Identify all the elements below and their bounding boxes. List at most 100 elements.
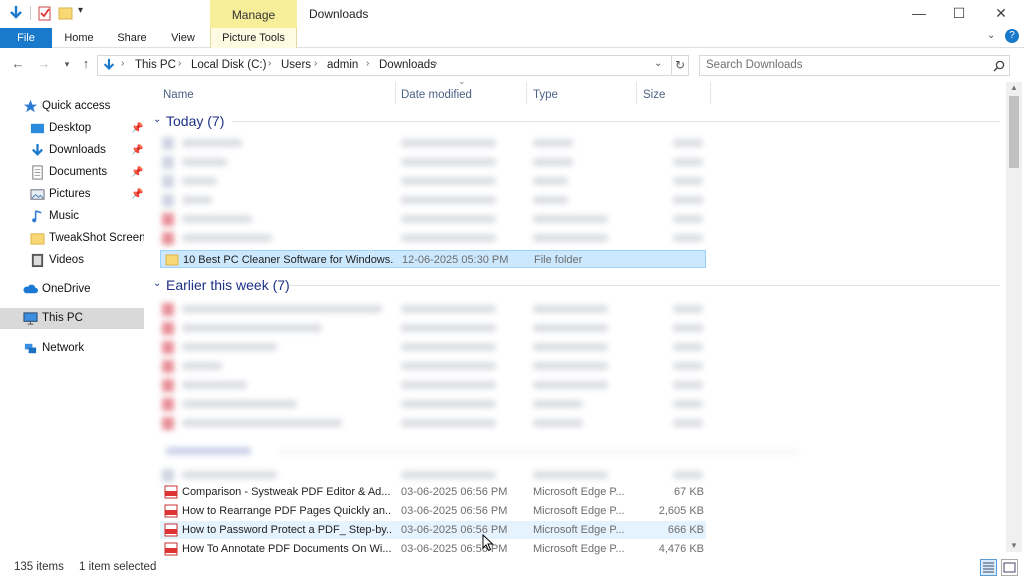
column-divider[interactable] <box>395 82 396 104</box>
pin-icon[interactable]: 📌 <box>131 184 143 205</box>
file-type: Microsoft Edge P... <box>533 486 625 498</box>
file-row-selected-folder[interactable]: 10 Best PC Cleaner Software for Windows.… <box>160 250 706 268</box>
large-icons-view-button[interactable] <box>1001 559 1018 576</box>
scroll-down-icon[interactable]: ▼ <box>1006 540 1022 552</box>
ribbon-tabs: File Home Share View Picture Tools ⌄ ? <box>0 28 1024 48</box>
sidebar-item-label: Videos <box>49 254 84 266</box>
file-size: 67 KB <box>674 486 704 498</box>
breadcrumb-local-disk[interactable]: Local Disk (C:) <box>191 59 266 71</box>
sidebar-item-desktop[interactable]: Desktop 📌 <box>0 118 144 139</box>
scroll-up-icon[interactable]: ▲ <box>1006 82 1022 94</box>
address-bar[interactable]: › This PC › Local Disk (C:) › Users › ad… <box>97 55 689 76</box>
sidebar-item-videos[interactable]: Videos <box>0 250 144 271</box>
recent-locations-button[interactable]: ▾ <box>58 55 76 73</box>
sidebar-item-tweakshot-folder[interactable]: TweakShot Screen C <box>0 228 144 249</box>
column-divider[interactable] <box>636 82 637 104</box>
file-row[interactable]: Comparison - Systweak PDF Editor & Ad...… <box>160 483 706 501</box>
pdf-icon <box>164 504 178 518</box>
group-label: Earlier this week (7) <box>166 277 290 293</box>
up-button[interactable]: ↑ <box>77 55 95 73</box>
breadcrumb-chevron-icon: › <box>314 58 318 69</box>
manage-tab[interactable]: Manage <box>210 0 297 28</box>
blurred-file-rows <box>158 134 708 248</box>
sidebar-item-pictures[interactable]: Pictures 📌 <box>0 184 144 205</box>
breadcrumb-chevron-icon: › <box>434 58 438 69</box>
tab-share[interactable]: Share <box>110 28 154 48</box>
close-button[interactable]: ✕ <box>978 2 1024 26</box>
help-icon[interactable]: ? <box>1005 29 1019 43</box>
breadcrumb-this-pc[interactable]: This PC <box>135 59 176 71</box>
sidebar-item-network[interactable]: Network <box>0 338 144 359</box>
scroll-thumb[interactable] <box>1009 96 1019 168</box>
collapse-chevron-icon[interactable]: ⌄ <box>153 114 161 125</box>
breadcrumb-chevron-icon: › <box>268 58 272 69</box>
file-name: Comparison - Systweak PDF Editor & Ad... <box>182 486 391 498</box>
expand-ribbon-chevron-icon[interactable]: ⌄ <box>987 30 995 41</box>
back-button[interactable]: ← <box>9 55 27 73</box>
sidebar-item-quick-access[interactable]: Quick access <box>0 96 144 117</box>
collapse-chevron-icon[interactable]: ⌄ <box>153 278 161 289</box>
file-date: 03-06-2025 06:56 PM <box>401 505 508 517</box>
blurred-file-rows <box>158 300 708 433</box>
column-header-size[interactable]: Size <box>643 85 665 105</box>
picture-icon <box>30 189 45 200</box>
tab-view[interactable]: View <box>162 28 204 48</box>
column-divider[interactable] <box>710 82 711 104</box>
pdf-icon <box>164 542 178 556</box>
sidebar-item-this-pc[interactable]: This PC <box>0 308 144 329</box>
vertical-scrollbar[interactable]: ▲ ▼ <box>1006 82 1022 552</box>
desktop-icon <box>30 123 45 134</box>
forward-button[interactable]: → <box>35 55 53 73</box>
refresh-button[interactable]: ↻ <box>671 55 689 76</box>
column-header-type[interactable]: Type <box>533 85 558 105</box>
details-view-button[interactable] <box>980 559 997 576</box>
column-header-name[interactable]: Name <box>163 85 194 105</box>
sidebar-item-label: Quick access <box>42 100 111 112</box>
group-header-earlier-this-week[interactable]: ⌄ Earlier this week (7) <box>150 275 1000 295</box>
file-type: Microsoft Edge P... <box>533 524 625 536</box>
sidebar-item-documents[interactable]: Documents 📌 <box>0 162 144 183</box>
pin-icon[interactable]: 📌 <box>131 162 143 183</box>
file-row[interactable]: How to Rearrange PDF Pages Quickly an...… <box>160 502 706 520</box>
breadcrumb-downloads[interactable]: Downloads <box>379 59 436 71</box>
search-box[interactable] <box>699 55 1010 76</box>
pin-icon[interactable]: 📌 <box>131 140 143 161</box>
file-row-hovered[interactable]: How to Password Protect a PDF_ Step-by..… <box>160 521 706 539</box>
search-input[interactable] <box>706 59 976 71</box>
properties-icon[interactable] <box>37 5 53 21</box>
breadcrumb-users[interactable]: Users <box>281 59 311 71</box>
sidebar-item-downloads[interactable]: Downloads 📌 <box>0 140 144 161</box>
new-folder-icon[interactable] <box>58 5 74 21</box>
download-icon <box>32 143 43 156</box>
customize-toolbar-chevron-icon[interactable]: ▾ <box>78 5 83 16</box>
tab-home[interactable]: Home <box>56 28 102 48</box>
tab-picture-tools[interactable]: Picture Tools <box>210 28 297 48</box>
group-header-today[interactable]: ⌄ Today (7) <box>150 111 1000 131</box>
breadcrumb-chevron-icon: › <box>121 58 125 69</box>
search-icon[interactable] <box>993 60 1005 72</box>
download-arrow-icon[interactable] <box>8 5 24 21</box>
tab-file[interactable]: File <box>0 28 52 48</box>
folder-icon <box>165 254 179 266</box>
pin-icon[interactable]: 📌 <box>131 118 143 139</box>
sidebar-item-onedrive[interactable]: OneDrive <box>0 279 144 300</box>
column-divider[interactable] <box>526 82 527 104</box>
sidebar-item-music[interactable]: Music <box>0 206 144 227</box>
file-size: 666 KB <box>667 524 704 536</box>
file-date: 12-06-2025 05:30 PM <box>402 254 509 266</box>
video-icon <box>31 253 44 268</box>
file-type: File folder <box>534 254 583 266</box>
breadcrumb-admin[interactable]: admin <box>327 59 358 71</box>
pdf-icon <box>164 523 178 537</box>
group-divider <box>232 121 1000 122</box>
maximize-button[interactable]: ☐ <box>936 2 982 26</box>
breadcrumb-chevron-icon: › <box>178 58 182 69</box>
navigation-pane: Quick access Desktop 📌 Downloads 📌 Docum… <box>0 82 145 552</box>
file-type: Microsoft Edge P... <box>533 505 625 517</box>
star-icon <box>23 99 38 113</box>
address-dropdown-chevron-icon[interactable]: ⌄ <box>654 58 662 69</box>
downloads-location-icon <box>103 58 115 70</box>
sidebar-item-label: Music <box>49 210 80 222</box>
column-header-date-modified[interactable]: Date modified <box>401 85 472 105</box>
group-label: Today (7) <box>166 113 225 129</box>
